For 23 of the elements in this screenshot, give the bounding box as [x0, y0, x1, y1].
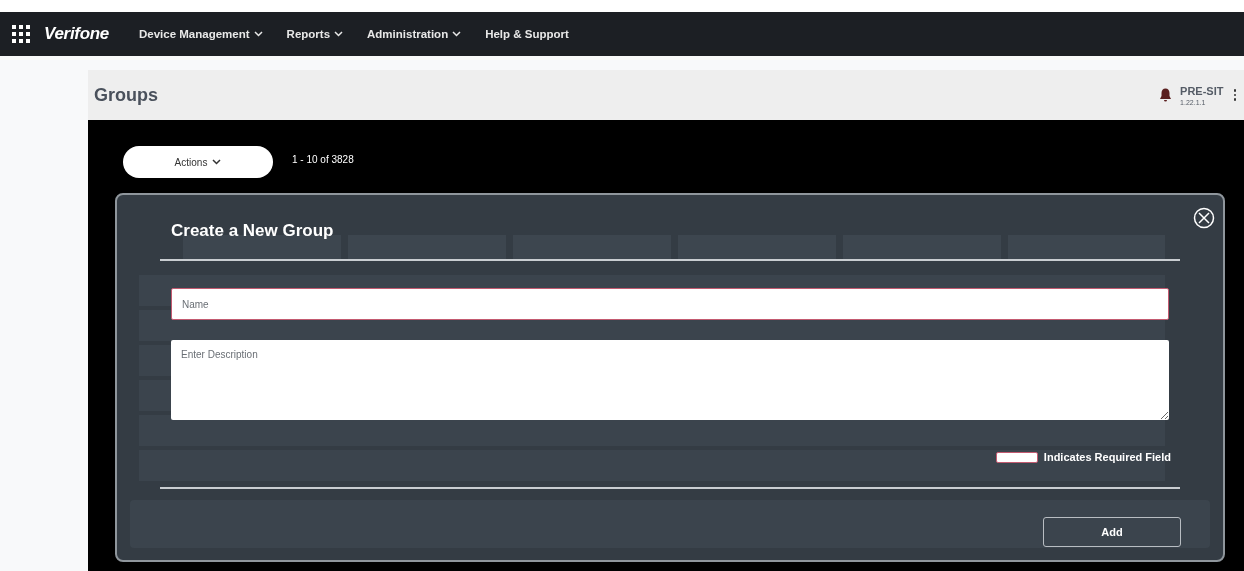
nav-menu-item[interactable]: Reports	[286, 28, 344, 40]
description-field[interactable]: Enter Description	[171, 340, 1169, 420]
apps-grid-icon[interactable]	[12, 25, 30, 43]
chevron-down-icon	[253, 31, 263, 37]
add-button[interactable]: Add	[1043, 517, 1181, 547]
chevron-down-icon	[212, 159, 222, 165]
actions-button[interactable]: Actions	[123, 146, 273, 178]
required-field-swatch	[995, 451, 1038, 463]
name-field[interactable]: Name	[171, 288, 1169, 320]
close-icon[interactable]	[1193, 207, 1215, 229]
more-options-icon[interactable]	[1233, 89, 1236, 101]
chevron-down-icon	[452, 31, 462, 37]
required-field-legend: Indicates Required Field	[1043, 451, 1171, 463]
bell-icon[interactable]	[1159, 88, 1173, 102]
dialog-title: Create a New Group	[171, 221, 335, 242]
page-title: Groups	[94, 84, 159, 106]
environment-label: PRE-SIT	[1180, 84, 1224, 97]
nav-menu-item[interactable]: Device Management	[139, 28, 263, 40]
nav-menu-item[interactable]: Administration	[367, 28, 462, 40]
logo: Verifone	[44, 24, 109, 44]
nav-menu-item[interactable]: Help & Support	[485, 28, 569, 40]
chevron-down-icon	[334, 31, 344, 37]
result-count: 1 - 10 of 3828	[292, 153, 354, 165]
